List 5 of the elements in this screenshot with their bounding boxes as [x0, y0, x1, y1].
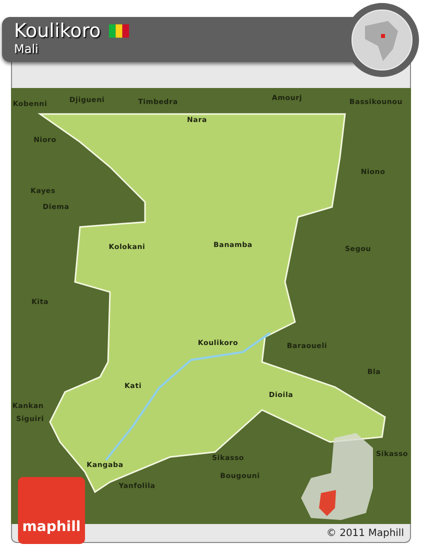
flag-icon [108, 24, 129, 38]
country-name: Mali [14, 42, 40, 56]
copyright-text: © 2011 Maphill [326, 528, 404, 538]
region-title: Koulikoro [14, 20, 101, 42]
brand-logo: maphill [18, 477, 85, 544]
